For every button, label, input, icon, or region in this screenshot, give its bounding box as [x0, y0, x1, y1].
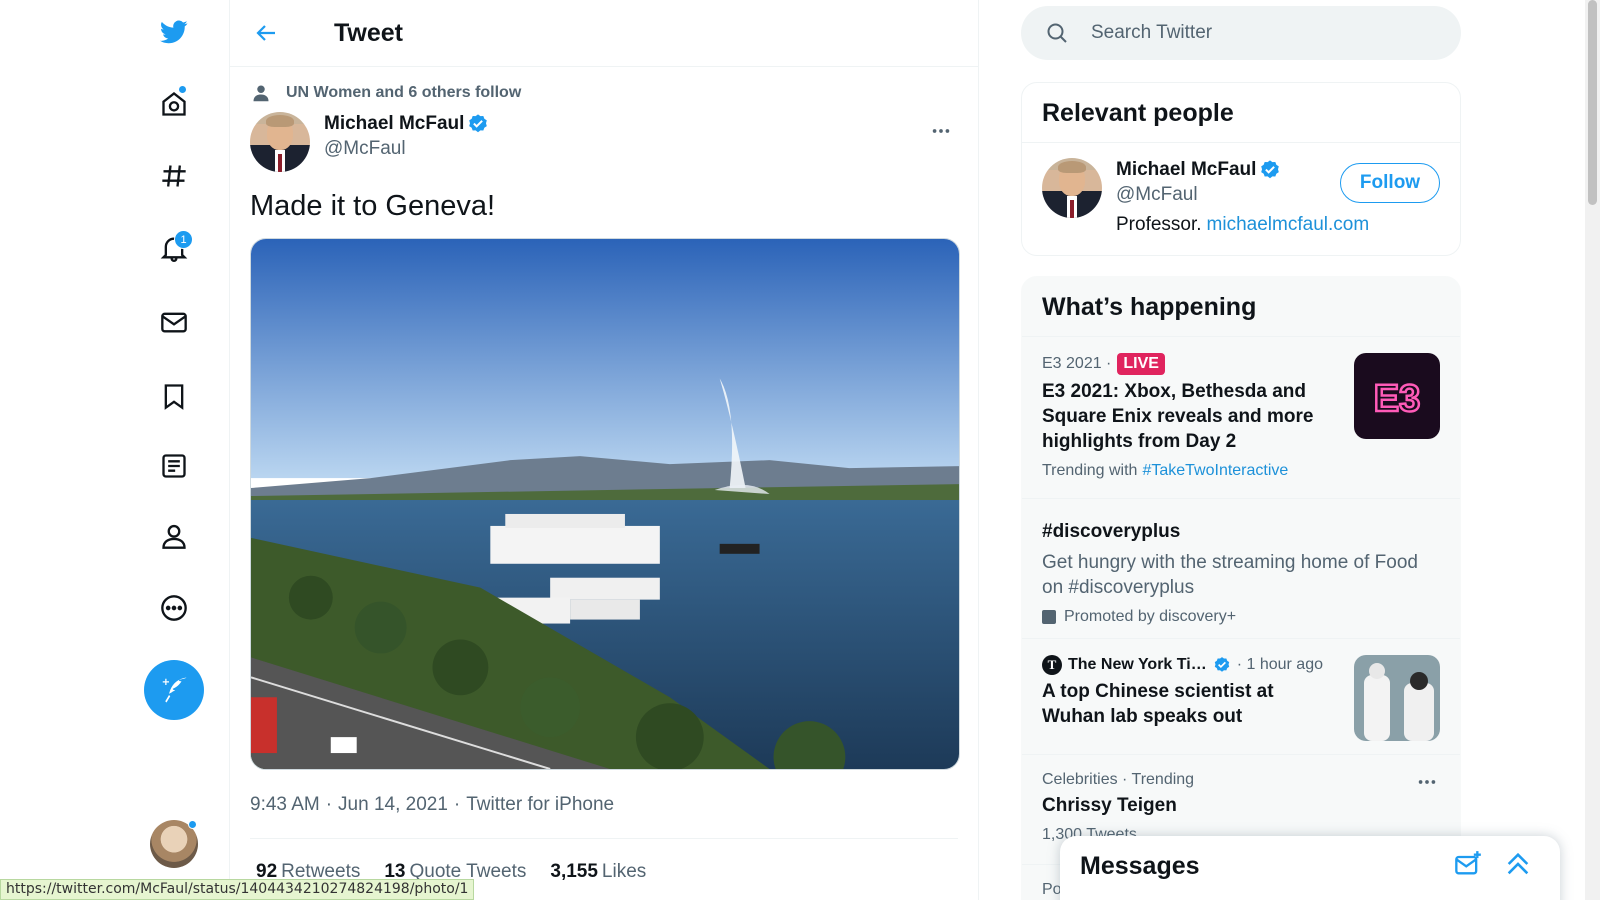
trend-item[interactable]: E3 2021 · LIVE E3 2021: Xbox, Bethesda an…	[1022, 336, 1460, 498]
search-bar[interactable]	[1021, 6, 1461, 60]
tweet-column: Tweet UN Women and 6 others follow Micha…	[229, 0, 979, 900]
nyt-logo-icon: T	[1042, 655, 1062, 675]
messages-drawer[interactable]: Messages	[1060, 836, 1560, 900]
promoted-label: Promoted by discovery+	[1042, 608, 1440, 626]
trend-hashtag-link[interactable]: #TakeTwoInteractive	[1142, 462, 1288, 479]
relevant-person[interactable]: Michael McFaul @McFaul Professor. michael…	[1022, 142, 1460, 251]
person-bio-link[interactable]: michaelmcfaul.com	[1207, 214, 1370, 235]
account-avatar[interactable]	[150, 820, 198, 868]
messages-title: Messages	[1080, 852, 1200, 880]
tweet-text: Made it to Geneva!	[250, 190, 496, 222]
whats-happening-title: What’s happening	[1042, 293, 1257, 321]
trend-title: A top Chinese scientist at Wuhan lab spe…	[1042, 681, 1274, 727]
trend-category: Celebrities · Trending	[1042, 771, 1195, 788]
search-icon	[1047, 23, 1067, 43]
trend-item-news[interactable]: T The New York Ti… · 1 hour ago A top Chi…	[1022, 638, 1460, 754]
explore-icon[interactable]	[150, 152, 198, 200]
trend-subtitle: Trending with #TakeTwoInteractive	[1042, 462, 1289, 479]
live-badge: LIVE	[1117, 353, 1165, 375]
social-context-text: UN Women and 6 others follow	[286, 84, 522, 101]
news-thumbnail	[1354, 655, 1440, 741]
whats-happening-card: What’s happening E3 2021 · LIVE E3 2021: …	[1021, 276, 1461, 900]
scrollbar[interactable]	[1585, 0, 1600, 900]
notification-badge: 1	[174, 230, 193, 249]
person-avatar[interactable]	[1042, 158, 1102, 218]
person-name[interactable]: Michael McFaul	[1116, 158, 1256, 182]
left-nav: 1	[0, 0, 229, 900]
verified-badge-icon	[1214, 657, 1229, 672]
tweet-meta: 9:43 AM · Jun 14, 2021 · Twitter for iPhone	[250, 794, 615, 815]
person-handle[interactable]: @McFaul	[1116, 182, 1369, 208]
expand-up-icon[interactable]	[1504, 850, 1532, 878]
messages-icon[interactable]	[150, 298, 198, 346]
notifications-icon[interactable]: 1	[150, 224, 198, 272]
verified-badge-icon	[1261, 160, 1280, 179]
trend-title: #discoveryplus	[1042, 521, 1181, 542]
twitter-logo-icon[interactable]	[150, 8, 198, 56]
profile-icon[interactable]	[150, 512, 198, 560]
news-source: The New York Ti…	[1068, 656, 1207, 673]
compose-tweet-button[interactable]	[144, 660, 204, 720]
back-arrow-icon[interactable]	[246, 13, 286, 53]
tweet-source[interactable]: Twitter for iPhone	[466, 794, 614, 815]
tweet-date[interactable]: Jun 14, 2021	[338, 794, 448, 815]
quill-plus-icon	[162, 677, 187, 703]
geneva-lake-photo	[251, 239, 959, 769]
verified-badge-icon	[469, 114, 488, 133]
person-bio: Professor. michaelmcfaul.com	[1116, 214, 1370, 235]
trend-item-promoted[interactable]: #discoveryplus Get hungry with the strea…	[1022, 498, 1460, 638]
search-input[interactable]	[1091, 22, 1421, 44]
page-title: Tweet	[334, 18, 403, 47]
home-icon[interactable]	[150, 80, 198, 128]
news-time: · 1 hour ago	[1236, 656, 1323, 673]
follow-button[interactable]: Follow	[1340, 163, 1440, 203]
svg-text:E3: E3	[1374, 378, 1420, 420]
author-handle[interactable]: @McFaul	[324, 136, 489, 162]
account-new-dot	[188, 820, 197, 829]
social-context[interactable]: UN Women and 6 others follow	[230, 67, 978, 102]
scrollbar-thumb[interactable]	[1588, 0, 1597, 205]
tweet-header: Tweet	[230, 0, 978, 67]
author-name[interactable]: Michael McFaul	[324, 112, 464, 136]
relevant-people-title: Relevant people	[1042, 99, 1234, 127]
home-new-dot	[178, 85, 187, 94]
twitter-page: 1 Tweet UN Women and 6 others follow Mic…	[0, 0, 1600, 900]
tweet-photo[interactable]	[250, 238, 960, 770]
trend-more-icon[interactable]	[1416, 771, 1438, 798]
tweet-stats: 92 Retweets 13 Quote Tweets 3,155 Likes	[230, 839, 978, 883]
bookmarks-icon[interactable]	[150, 372, 198, 420]
tweet-time[interactable]: 9:43 AM	[250, 794, 320, 815]
author-avatar[interactable]	[250, 112, 310, 172]
trend-title: Chrissy Teigen	[1042, 795, 1177, 816]
trend-description: Get hungry with the streaming home of Fo…	[1042, 552, 1418, 598]
lists-icon[interactable]	[150, 442, 198, 490]
relevant-people-card: Relevant people Michael McFaul @McFaul P…	[1021, 82, 1461, 256]
more-circle-icon[interactable]	[150, 584, 198, 632]
likes-stat[interactable]: 3,155 Likes	[550, 861, 646, 883]
trend-category: E3 2021 ·	[1042, 355, 1112, 372]
e3-thumbnail: E3	[1354, 353, 1440, 439]
person-icon	[253, 85, 269, 102]
trend-title: E3 2021: Xbox, Bethesda and Square Enix …	[1042, 381, 1314, 452]
promoted-icon	[1042, 610, 1056, 624]
new-message-icon[interactable]	[1454, 850, 1482, 878]
tweet-author: Michael McFaul @McFaul	[230, 102, 978, 172]
more-options-icon[interactable]	[926, 116, 956, 146]
status-url: https://twitter.com/McFaul/status/140443…	[0, 879, 475, 900]
